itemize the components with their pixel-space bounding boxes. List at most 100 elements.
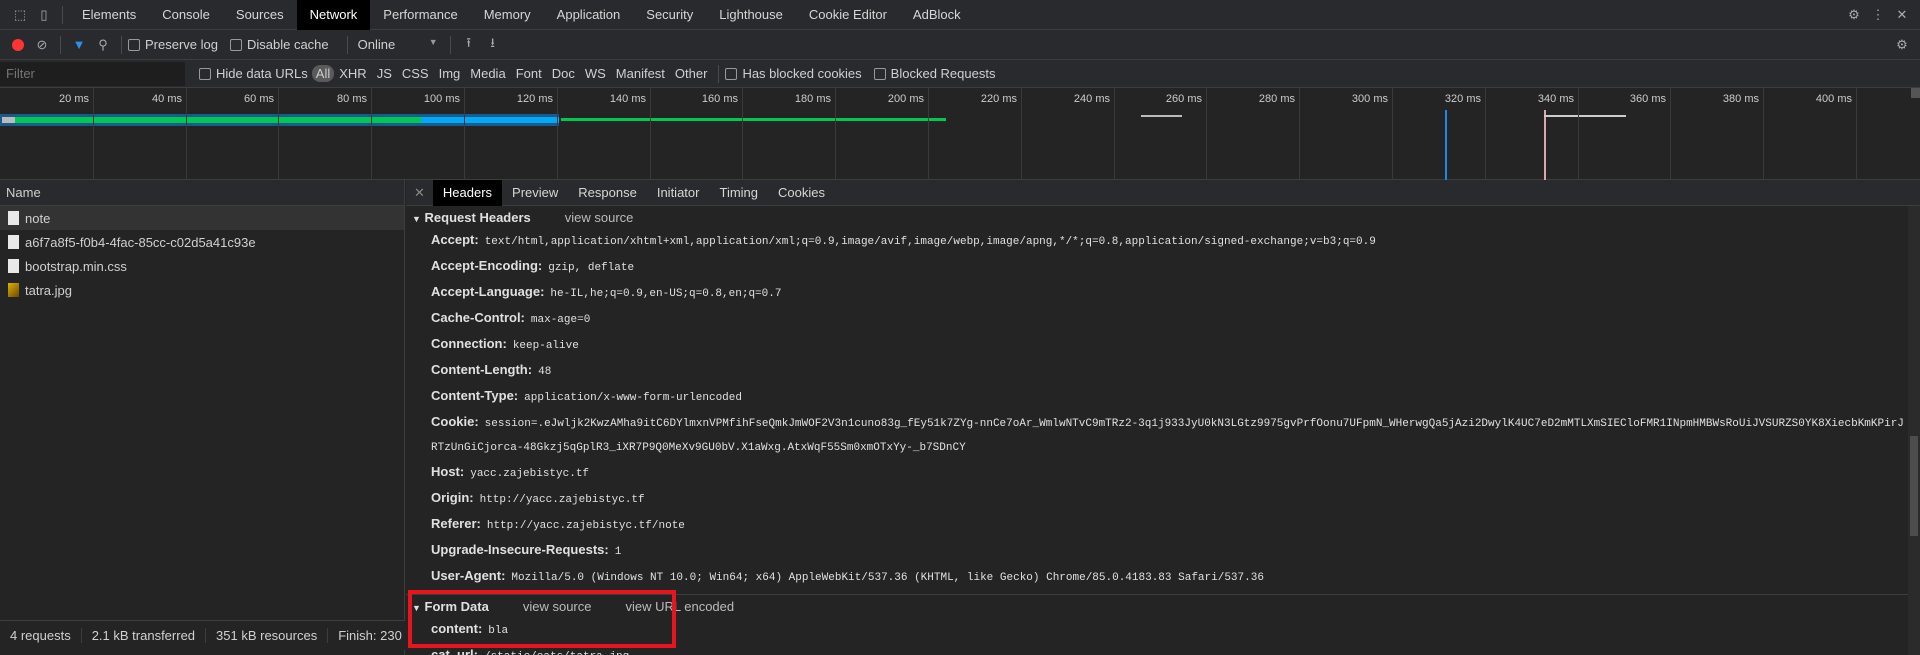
detail-scrollbar[interactable] <box>1908 206 1920 655</box>
tab-network[interactable]: Network <box>296 0 371 30</box>
grid-line <box>1206 88 1207 180</box>
export-har-icon[interactable]: ⭳ <box>481 33 505 57</box>
scrollbar-thumb[interactable] <box>1910 436 1918 536</box>
has-blocked-cookies-label: Has blocked cookies <box>742 66 862 81</box>
grid-line <box>1763 88 1764 180</box>
search-icon[interactable]: ⚲ <box>91 33 115 57</box>
overview-scrollbar[interactable] <box>1911 88 1920 98</box>
disable-cache-checkbox[interactable]: Disable cache <box>229 37 329 52</box>
filter-type-font[interactable]: Font <box>511 66 547 81</box>
header-row: Accept: text/html,application/xhtml+xml,a… <box>406 228 1908 254</box>
filter-type-js[interactable]: JS <box>372 66 397 81</box>
blocked-requests-label: Blocked Requests <box>890 66 996 81</box>
header-name: Connection: <box>431 336 507 351</box>
name-column-header[interactable]: Name <box>0 180 404 206</box>
device-toolbar-icon[interactable]: ▯ <box>32 3 56 27</box>
header-value: 1 <box>614 546 622 558</box>
tab-cookie-editor[interactable]: Cookie Editor <box>796 0 900 30</box>
image-file-icon <box>8 283 19 297</box>
tab-application[interactable]: Application <box>544 0 634 30</box>
import-har-icon[interactable]: ⭱ <box>457 33 481 57</box>
detail-tab-headers[interactable]: Headers <box>432 179 503 206</box>
request-bar <box>1141 115 1182 117</box>
detail-tabs: ✕ Headers Preview Response Initiator Timing C… <box>406 179 1920 206</box>
preserve-log-checkbox[interactable]: Preserve log <box>128 37 218 52</box>
filter-icon[interactable]: ▼ <box>67 33 91 57</box>
close-icon[interactable]: ✕ <box>1890 3 1914 27</box>
tab-adblock[interactable]: AdBlock <box>900 0 974 30</box>
filter-type-doc[interactable]: Doc <box>547 66 580 81</box>
filter-input[interactable] <box>0 61 185 86</box>
view-source-link[interactable]: view source <box>565 210 634 225</box>
tick-label: 260 ms <box>1165 93 1202 105</box>
tick-label: 300 ms <box>1351 93 1388 105</box>
filter-type-manifest[interactable]: Manifest <box>611 66 670 81</box>
header-name: Cookie: <box>431 414 479 429</box>
document-file-icon <box>8 211 19 225</box>
detail-tab-timing[interactable]: Timing <box>709 180 768 206</box>
filter-type-all[interactable]: All <box>311 65 335 82</box>
header-name: Host: <box>431 464 465 479</box>
request-headers-section[interactable]: ▼ Request Headers view source <box>406 206 1908 228</box>
header-name: Accept: <box>431 232 479 247</box>
tab-sources[interactable]: Sources <box>223 0 297 30</box>
request-name: tatra.jpg <box>25 282 72 298</box>
tab-security[interactable]: Security <box>633 0 706 30</box>
request-row[interactable]: a6f7a8f5-f0b4-4fac-85cc-c02d5a41c93e <box>0 230 404 254</box>
disable-cache-label: Disable cache <box>246 37 329 52</box>
filter-type-xhr[interactable]: XHR <box>334 66 371 81</box>
tab-performance[interactable]: Performance <box>370 0 470 30</box>
throttling-value: Online <box>357 37 396 52</box>
header-name: Origin: <box>431 490 474 505</box>
filter-type-ws[interactable]: WS <box>580 66 611 81</box>
network-settings-icon[interactable]: ⚙ <box>1890 33 1914 57</box>
header-value: http://yacc.zajebistyc.tf/note <box>486 520 685 532</box>
close-detail-icon[interactable]: ✕ <box>406 185 433 201</box>
has-blocked-cookies-checkbox[interactable]: Has blocked cookies <box>725 66 862 81</box>
network-toolbar: ⊘ ▼ ⚲ Preserve log Disable cache Online ▼… <box>0 30 1920 60</box>
request-row[interactable]: bootstrap.min.css <box>0 254 404 278</box>
detail-tab-cookies[interactable]: Cookies <box>768 180 835 206</box>
tab-lighthouse[interactable]: Lighthouse <box>706 0 796 30</box>
tab-elements[interactable]: Elements <box>69 0 149 30</box>
network-overview-timeline[interactable]: 20 ms 40 ms 60 ms 80 ms 100 ms 120 ms 140 ms 16… <box>0 88 1920 180</box>
header-name: Referer: <box>431 516 481 531</box>
grid-line <box>464 88 465 180</box>
divider <box>62 5 63 24</box>
tick-label: 60 ms <box>244 93 274 105</box>
detail-tab-initiator[interactable]: Initiator <box>647 180 710 206</box>
tick-label: 240 ms <box>1073 93 1110 105</box>
waiting-segment <box>15 117 421 123</box>
grid-line <box>557 88 558 180</box>
blocked-requests-checkbox[interactable]: Blocked Requests <box>873 66 996 81</box>
detail-tab-response[interactable]: Response <box>568 180 647 206</box>
preserve-log-label: Preserve log <box>145 37 218 52</box>
status-bar: 4 requests 2.1 kB transferred 351 kB res… <box>0 620 405 650</box>
throttling-select[interactable]: Online ▼ <box>358 37 438 52</box>
record-icon[interactable] <box>6 33 30 57</box>
collapse-triangle-icon: ▼ <box>412 213 421 224</box>
tick-label: 400 ms <box>1815 93 1852 105</box>
more-menu-icon[interactable]: ⋮ <box>1866 3 1890 27</box>
devtools-tab-bar: ⬚ ▯ Elements Console Sources Network Perform… <box>0 0 1920 30</box>
detail-tab-preview[interactable]: Preview <box>502 180 568 206</box>
grid-line <box>1021 88 1022 180</box>
tick-label: 340 ms <box>1537 93 1574 105</box>
filter-type-other[interactable]: Other <box>670 66 713 81</box>
inspect-element-icon[interactable]: ⬚ <box>8 3 32 27</box>
header-row: Upgrade-Insecure-Requests: 1 <box>406 538 1908 564</box>
hide-data-urls-checkbox[interactable]: Hide data URLs <box>199 66 308 81</box>
filter-type-media[interactable]: Media <box>465 66 510 81</box>
tab-console[interactable]: Console <box>149 0 223 30</box>
request-detail-pane: ✕ Headers Preview Response Initiator Timing C… <box>406 179 1920 655</box>
settings-gear-icon[interactable]: ⚙ <box>1842 3 1866 27</box>
header-row: Accept-Encoding: gzip, deflate <box>406 254 1908 280</box>
tick-label: 380 ms <box>1722 93 1759 105</box>
clear-icon[interactable]: ⊘ <box>30 33 54 57</box>
filter-type-css[interactable]: CSS <box>397 66 434 81</box>
filter-type-img[interactable]: Img <box>434 66 466 81</box>
tab-memory[interactable]: Memory <box>471 0 544 30</box>
grid-line <box>742 88 743 180</box>
request-row[interactable]: tatra.jpg <box>0 278 404 302</box>
request-row[interactable]: note <box>0 206 404 230</box>
